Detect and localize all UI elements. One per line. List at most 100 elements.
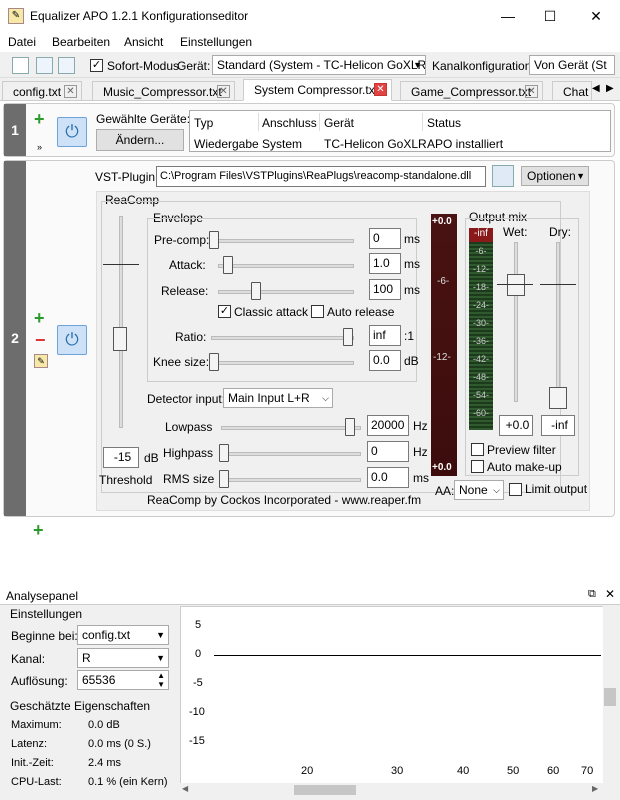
tab-game-compressor[interactable]: Game_Compressor.txt ✕ <box>400 81 543 101</box>
reacomp-panel: ReaComp -15 dB Threshold Envelope Pre-co… <box>96 191 590 511</box>
tab-music-compressor[interactable]: Music_Compressor.txt ✕ <box>92 81 235 101</box>
add-filter-icon[interactable]: + <box>34 309 45 327</box>
options-button[interactable]: Optionen ▼ <box>521 166 589 186</box>
tab-scroll-right-icon[interactable]: ▶ <box>606 83 614 94</box>
attack-value[interactable]: 1.0 <box>369 253 401 274</box>
detector-input-label: Detector input: <box>147 392 226 406</box>
tab-config[interactable]: config.txt ✕ <box>2 81 82 101</box>
rms-size-slider-thumb[interactable] <box>219 470 229 488</box>
lowpass-value[interactable]: 20000 <box>367 415 409 436</box>
highpass-slider-track[interactable] <box>221 452 361 456</box>
knee-label: Knee size: <box>153 355 210 369</box>
device-select[interactable]: Standard (System - TC-Helicon GoXLR) ▼ <box>212 55 426 75</box>
auto-release-checkbox[interactable] <box>311 305 324 318</box>
edit-icon[interactable]: ✎ <box>34 354 48 368</box>
graph-vertical-scrollbar[interactable] <box>603 606 617 784</box>
attack-slider-track[interactable] <box>218 264 354 268</box>
auto-makeup-label: Auto make-up <box>487 460 562 474</box>
precomp-slider-thumb[interactable] <box>209 231 219 249</box>
threshold-unit: dB <box>144 451 159 465</box>
menu-datei[interactable]: Datei <box>8 35 36 49</box>
threshold-slider-thumb[interactable] <box>113 327 127 351</box>
channel-config-select[interactable]: Von Gerät (St <box>529 55 615 75</box>
power-icon[interactable]: ⏻ <box>57 325 87 355</box>
release-value[interactable]: 100 <box>369 279 401 300</box>
new-file-icon[interactable] <box>12 57 29 74</box>
rms-size-slider-track[interactable] <box>221 478 361 482</box>
threshold-value[interactable]: -15 <box>103 447 139 468</box>
start-at-select[interactable]: config.txt ▼ <box>77 625 169 645</box>
scroll-left-icon[interactable]: ◀ <box>182 784 188 793</box>
tab-scroll-left-icon[interactable]: ◀ <box>592 83 600 94</box>
highpass-label: Highpass <box>163 446 214 460</box>
limit-output-checkbox[interactable] <box>509 483 522 496</box>
menu-bearbeiten[interactable]: Bearbeiten <box>52 35 110 49</box>
lowpass-slider-track[interactable] <box>221 426 361 430</box>
gr-mark: -24- <box>472 300 489 310</box>
graph-horizontal-scrollbar[interactable]: ◀ ▶ <box>180 783 604 797</box>
vst-path-field[interactable]: C:\Program Files\VSTPlugins\ReaPlugs\rea… <box>156 166 486 187</box>
ratio-slider-thumb[interactable] <box>343 328 353 346</box>
undock-icon[interactable]: ⧉ <box>588 588 596 601</box>
channel-select[interactable]: R ▼ <box>77 648 169 668</box>
close-icon[interactable]: ✕ <box>64 85 77 98</box>
minimize-button[interactable]: — <box>498 6 518 26</box>
dry-value[interactable]: -inf <box>541 415 575 436</box>
save-file-icon[interactable] <box>58 57 75 74</box>
release-slider-thumb[interactable] <box>251 282 261 300</box>
scroll-right-icon[interactable]: ▶ <box>592 784 598 793</box>
scrollbar-thumb[interactable] <box>294 785 356 795</box>
classic-attack-checkbox[interactable]: ✓ <box>218 305 231 318</box>
collapse-icon[interactable]: » <box>37 142 42 152</box>
menu-ansicht[interactable]: Ansicht <box>124 35 163 49</box>
change-devices-button[interactable]: Ändern... <box>96 129 184 151</box>
tab-system-compressor[interactable]: System Compressor.txt ✕ <box>243 79 392 101</box>
close-window-button[interactable]: ✕ <box>586 6 606 26</box>
auto-makeup-checkbox[interactable] <box>471 460 484 473</box>
resolution-stepper[interactable]: 65536 ▲ ▼ <box>77 670 169 690</box>
ratio-value[interactable]: inf <box>369 325 401 346</box>
precomp-value[interactable]: 0 <box>369 228 401 249</box>
preview-filter-checkbox[interactable] <box>471 443 484 456</box>
power-icon[interactable]: ⏻ <box>57 117 87 147</box>
spinner-icon[interactable]: ▲ ▼ <box>157 671 165 689</box>
knee-value[interactable]: 0.0 <box>369 350 401 371</box>
menu-einstellungen[interactable]: Einstellungen <box>180 35 252 49</box>
add-filter-icon[interactable]: + <box>34 110 45 128</box>
precomp-slider-track[interactable] <box>211 239 354 243</box>
maximize-button[interactable]: ☐ <box>540 6 560 26</box>
threshold-slider-track[interactable] <box>119 216 123 428</box>
close-icon[interactable]: ✕ <box>525 85 538 98</box>
close-icon[interactable]: ✕ <box>605 587 615 601</box>
release-slider-track[interactable] <box>218 290 354 294</box>
close-icon[interactable]: ✕ <box>217 85 230 98</box>
lowpass-slider-thumb[interactable] <box>345 418 355 436</box>
close-icon[interactable]: ✕ <box>374 83 387 96</box>
scrollbar-thumb[interactable] <box>604 688 616 706</box>
remove-filter-icon[interactable]: − <box>35 331 46 349</box>
lowpass-label: Lowpass <box>165 420 213 434</box>
frequency-response-graph[interactable]: 5 0 -5 -10 -15 20 30 40 50 60 70 <box>180 606 604 784</box>
dry-slider-thumb[interactable] <box>549 387 567 409</box>
wet-value[interactable]: +0.0 <box>499 415 533 436</box>
gr-mark: -12- <box>472 264 489 274</box>
detector-input-select[interactable]: Main Input L+R ⌵ <box>223 388 333 408</box>
attack-slider-thumb[interactable] <box>223 256 233 274</box>
dry-slider-track[interactable] <box>556 242 560 402</box>
rms-size-value[interactable]: 0.0 <box>367 467 409 488</box>
knee-slider-track[interactable] <box>211 361 354 365</box>
ratio-slider-track[interactable] <box>211 336 354 340</box>
wet-slider-thumb[interactable] <box>507 274 525 296</box>
knee-slider-thumb[interactable] <box>209 353 219 371</box>
open-file-icon[interactable] <box>36 57 53 74</box>
menu-bar: Datei Bearbeiten Ansicht Einstellungen <box>0 32 620 52</box>
instant-mode-checkbox[interactable]: ✓ <box>90 59 103 72</box>
wet-slider-track[interactable] <box>514 242 518 402</box>
tab-chat[interactable]: Chat <box>552 81 592 101</box>
aa-select[interactable]: None ⌵ <box>454 480 504 500</box>
highpass-slider-thumb[interactable] <box>219 444 229 462</box>
add-filter-icon[interactable]: + <box>33 521 44 539</box>
highpass-value[interactable]: 0 <box>367 441 409 462</box>
resolution-value: 65536 <box>82 673 116 687</box>
open-file-icon[interactable] <box>492 165 514 187</box>
